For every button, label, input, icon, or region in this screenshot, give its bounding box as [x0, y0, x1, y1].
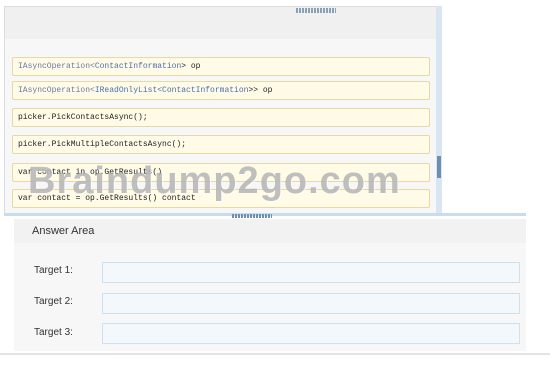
source-pane-header: [5, 7, 441, 39]
snippet-generic: IReadOnlyList<ContactInformation: [94, 86, 249, 95]
target-1-dropzone[interactable]: [102, 262, 520, 283]
target-3-label: Target 3:: [34, 327, 73, 338]
target-3-dropzone[interactable]: [102, 323, 520, 344]
code-snippet-3[interactable]: picker.PickContactsAsync();: [12, 108, 430, 127]
answer-area: Target 1: Target 2: Target 3:: [14, 243, 526, 351]
code-snippet-4[interactable]: picker.PickMultipleContactsAsync();: [12, 135, 430, 154]
target-1-label: Target 1:: [34, 265, 73, 276]
answer-area-header: Answer Area: [14, 219, 526, 243]
target-2-dropzone[interactable]: [102, 293, 520, 314]
pane-resize-grip-bottom[interactable]: [232, 214, 272, 218]
snippet-rest: > op: [181, 62, 201, 71]
watermark: Braindump2go.com: [28, 160, 401, 202]
snippet-rest: >> op: [248, 86, 273, 95]
scrollbar-thumb[interactable]: [437, 156, 441, 178]
snippet-type: IAsyncOperation: [18, 62, 91, 71]
snippet-type: IAsyncOperation: [18, 86, 91, 95]
snippet-generic: ContactInformation: [94, 62, 182, 71]
bottom-divider: [0, 353, 550, 355]
target-2-label: Target 2:: [34, 296, 73, 307]
code-snippet-1[interactable]: IAsyncOperation<ContactInformation> op: [12, 57, 430, 76]
source-scrollbar[interactable]: [436, 6, 442, 214]
pane-resize-grip[interactable]: [296, 8, 336, 13]
code-snippet-2[interactable]: IAsyncOperation<IReadOnlyList<ContactInf…: [12, 81, 430, 100]
